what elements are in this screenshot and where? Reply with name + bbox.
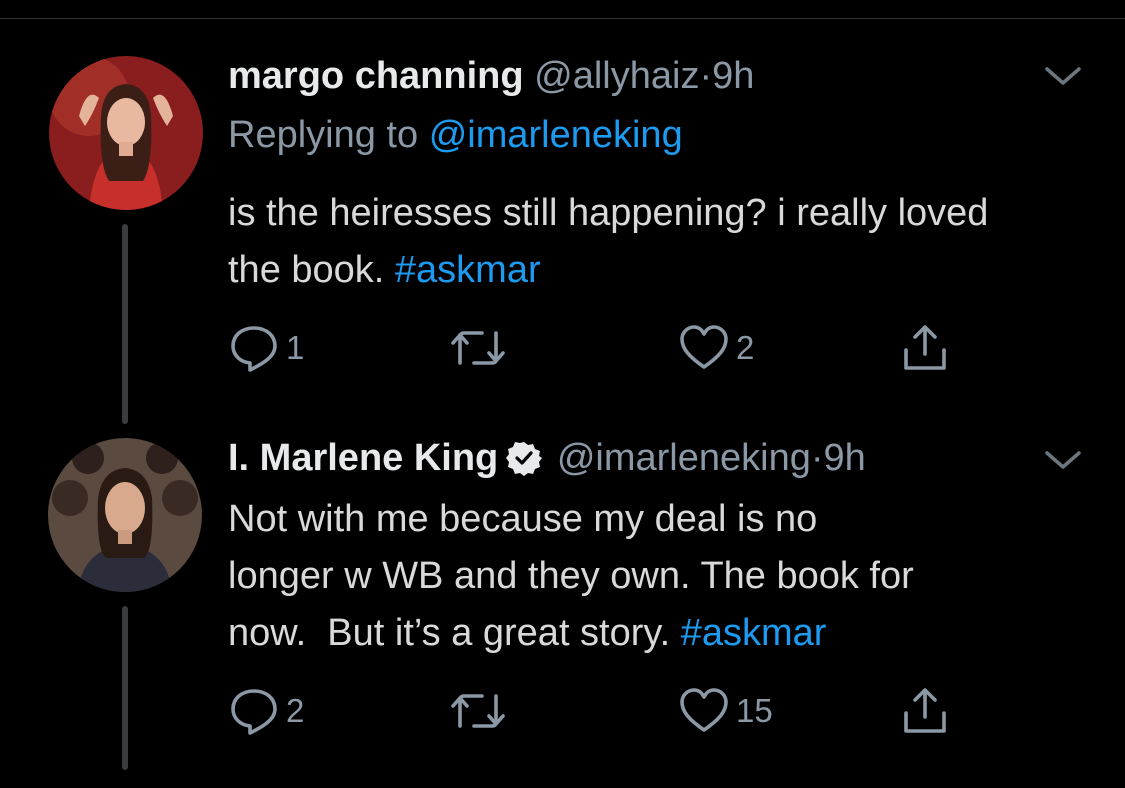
avatar[interactable]	[48, 438, 202, 592]
tweet-text-line: longer w WB and they own. The book for	[228, 555, 914, 597]
retweet-icon	[450, 686, 506, 736]
tweet-header: margo channing @allyhaiz·9h	[228, 54, 754, 98]
tweet-text-line: Not with me because my deal is no	[228, 498, 818, 540]
share-icon	[900, 686, 950, 736]
timestamp[interactable]: 9h	[712, 55, 754, 97]
tweet-text: is the heiresses still happening? i real…	[228, 185, 1048, 299]
verified-badge-icon	[506, 440, 543, 486]
separator-dot: ·	[810, 437, 824, 479]
like-count: 2	[736, 329, 755, 366]
top-divider	[0, 18, 1125, 19]
chevron-down-icon[interactable]	[1043, 448, 1083, 477]
replying-to-link[interactable]: @imarleneking	[429, 114, 683, 156]
display-name[interactable]: I. Marlene King	[228, 437, 498, 479]
hashtag-link[interactable]: #askmar	[395, 249, 541, 291]
retweet-button[interactable]	[450, 323, 506, 373]
timestamp[interactable]: 9h	[824, 437, 866, 479]
avatar[interactable]	[49, 56, 203, 210]
reply-icon	[228, 686, 280, 736]
retweet-button[interactable]	[450, 686, 506, 736]
reply-button[interactable]: 1	[228, 323, 304, 373]
replying-to: Replying to @imarleneking	[228, 113, 683, 157]
tweet-text-body: is the heiresses still happening? i real…	[228, 192, 989, 291]
like-count: 15	[736, 692, 773, 729]
share-button[interactable]	[900, 686, 950, 736]
thread-line	[122, 606, 128, 770]
chevron-down-icon[interactable]	[1043, 64, 1083, 93]
like-button[interactable]: 2	[678, 323, 754, 373]
like-icon	[678, 323, 730, 373]
tweet-text-line-end: now. But it’s a great story.	[228, 612, 671, 654]
share-button[interactable]	[900, 323, 950, 373]
hashtag-link[interactable]: #askmar	[681, 612, 827, 654]
thread-line	[122, 224, 128, 424]
tweet-header: I. Marlene King @imarleneking·9h	[228, 436, 866, 486]
action-bar: 1 2	[228, 323, 988, 373]
reply-icon	[228, 323, 280, 373]
display-name[interactable]: margo channing	[228, 55, 524, 97]
replying-prefix: Replying to	[228, 114, 419, 156]
like-button[interactable]: 15	[678, 686, 773, 736]
tweet-text-line: now. But it’s a great story. #askmar	[228, 605, 1088, 662]
share-icon	[900, 323, 950, 373]
action-bar: 2 15	[228, 686, 988, 736]
reply-count: 1	[286, 329, 305, 366]
reply-count: 2	[286, 692, 305, 729]
user-handle[interactable]: @allyhaiz	[534, 55, 699, 97]
user-handle[interactable]: @imarleneking	[557, 437, 811, 479]
separator-dot: ·	[699, 55, 713, 97]
like-icon	[678, 686, 730, 736]
retweet-icon	[450, 323, 506, 373]
tweet-text: Not with me because my deal is no longer…	[228, 491, 1088, 662]
reply-button[interactable]: 2	[228, 686, 304, 736]
